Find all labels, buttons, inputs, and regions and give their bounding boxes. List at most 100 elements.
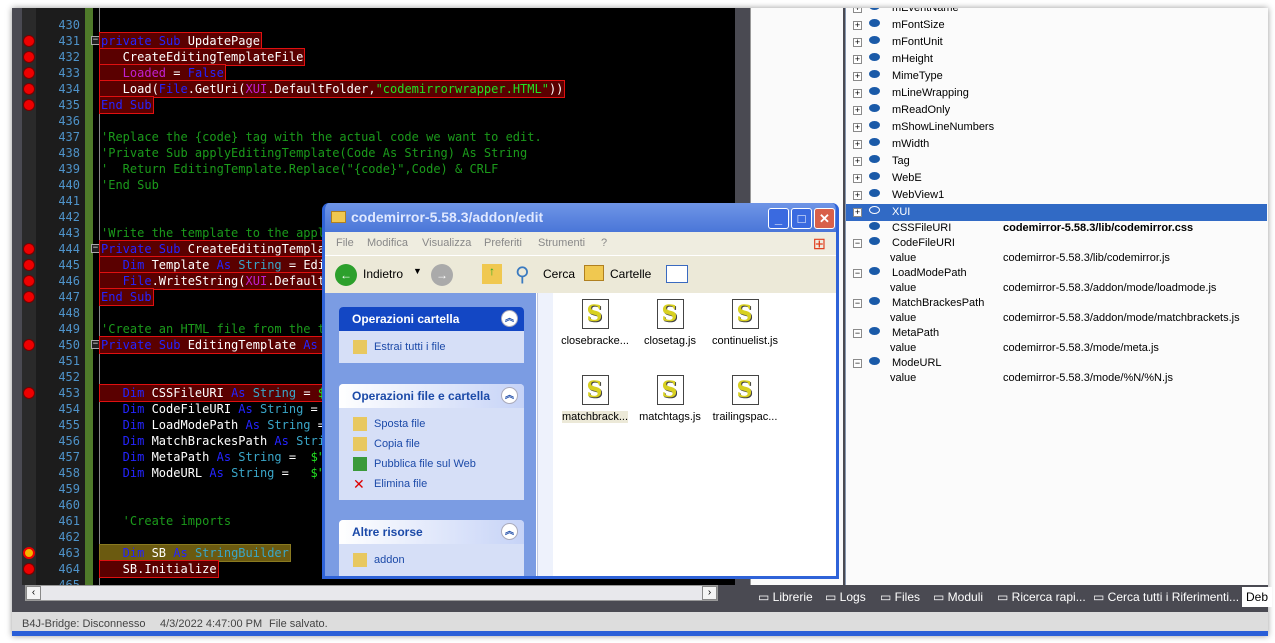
code-line[interactable]: 431 − private Sub UpdatePage [22, 32, 735, 50]
maximize-button[interactable]: □ [791, 208, 812, 229]
fold-toggle-icon[interactable]: − [91, 340, 100, 349]
expand-icon[interactable]: + [853, 38, 862, 47]
breakpoint-icon[interactable] [23, 35, 35, 47]
expand-icon[interactable]: + [853, 157, 862, 166]
forward-button[interactable]: → [431, 264, 453, 286]
task-link[interactable]: Pubblica file sul Web [339, 454, 524, 474]
menu-item[interactable]: Strumenti [538, 237, 585, 249]
breakpoint-icon[interactable] [23, 67, 35, 79]
code-line[interactable]: 436 [22, 113, 735, 129]
tree-item[interactable]: + mFontSize [846, 17, 1267, 34]
breakpoint-icon[interactable] [23, 387, 35, 399]
task-panel-header[interactable]: Operazioni file e cartella ︽ [339, 384, 524, 408]
code-line[interactable]: 437 'Replace the {code} tag with the actu… [22, 129, 735, 145]
collapse-icon[interactable]: − [853, 329, 862, 338]
tree-item[interactable]: + WebE [846, 170, 1267, 187]
expand-icon[interactable]: + [853, 55, 862, 64]
menu-item[interactable]: Visualizza [422, 237, 471, 249]
tree-item[interactable]: + MimeType [846, 68, 1267, 85]
breakpoint-icon[interactable] [23, 83, 35, 95]
tab-logs[interactable]: ▭ Logs [825, 589, 866, 605]
tree-value-row[interactable]: value codemirror-5.58.3/mode/%N/%N.js [846, 370, 1267, 387]
tree-item[interactable]: + mLineWrapping [846, 85, 1267, 102]
file-item[interactable]: closetag.js [630, 299, 710, 347]
collapse-icon[interactable]: − [853, 359, 862, 368]
minimize-button[interactable]: _ [768, 208, 789, 229]
expand-icon[interactable]: + [853, 106, 862, 115]
breakpoint-icon[interactable] [23, 243, 35, 255]
fold-toggle-icon[interactable]: − [91, 36, 100, 45]
expand-icon[interactable]: + [853, 208, 862, 217]
tab-files[interactable]: ▭ Files [880, 589, 920, 605]
explorer-title-bar[interactable]: codemirror-5.58.3/addon/edit _ □ ✕ [325, 203, 836, 232]
back-arrow-icon[interactable]: ← [335, 264, 357, 286]
expand-icon[interactable]: + [853, 8, 862, 13]
breakpoint-icon[interactable] [23, 51, 35, 63]
code-line[interactable]: 439 ' Return EditingTemplate.Replace("{co… [22, 161, 735, 177]
expand-icon[interactable]: + [853, 174, 862, 183]
expand-icon[interactable]: + [853, 191, 862, 200]
collapse-icon[interactable]: − [853, 299, 862, 308]
code-line[interactable]: 430 [22, 17, 735, 33]
collapse-icon[interactable]: − [853, 269, 862, 278]
views-icon[interactable] [666, 265, 688, 283]
tree-item[interactable]: + mWidth [846, 136, 1267, 153]
task-link[interactable]: ✕ Elimina file [339, 474, 524, 494]
tab-ricerca-rapi-[interactable]: ▭ Ricerca rapi... [997, 589, 1086, 605]
code-line[interactable]: 440 'End Sub [22, 177, 735, 193]
fold-toggle-icon[interactable]: − [91, 244, 100, 253]
task-link[interactable]: addon [339, 550, 524, 570]
menu-item[interactable]: Modifica [367, 237, 408, 249]
expand-icon[interactable]: + [853, 72, 862, 81]
collapse-panel-icon[interactable]: ︽ [501, 310, 518, 327]
tree-item[interactable]: + mReadOnly [846, 102, 1267, 119]
expand-icon[interactable]: + [853, 140, 862, 149]
back-dropdown-icon[interactable]: ▼ [413, 266, 422, 276]
scroll-left-button[interactable]: ‹ [26, 586, 41, 600]
collapse-panel-icon[interactable]: ︽ [501, 523, 518, 540]
menu-item[interactable]: ? [601, 237, 607, 249]
breakpoint-icon[interactable] [23, 275, 35, 287]
expand-icon[interactable]: + [853, 89, 862, 98]
tree-item[interactable]: + mShowLineNumbers [846, 119, 1267, 136]
task-link[interactable]: Estrai tutti i file [339, 337, 524, 357]
collapse-panel-icon[interactable]: ︽ [501, 387, 518, 404]
tree-item[interactable]: + mFontUnit [846, 34, 1267, 51]
search-button[interactable]: Cerca [543, 267, 575, 281]
task-panel-header[interactable]: Altre risorse ︽ [339, 520, 524, 544]
expand-icon[interactable]: + [853, 21, 862, 30]
collapse-icon[interactable]: − [853, 239, 862, 248]
tab-deb[interactable]: Deb [1242, 587, 1273, 607]
code-line[interactable]: 435 End Sub [22, 96, 735, 114]
breakpoint-icon[interactable] [23, 99, 35, 111]
breakpoint-icon[interactable] [23, 291, 35, 303]
task-link[interactable]: Copia file [339, 434, 524, 454]
file-item[interactable]: matchbrack... [555, 375, 635, 423]
tree-item[interactable]: + WebView1 [846, 187, 1267, 204]
file-item[interactable]: matchtags.js [630, 375, 710, 423]
debug-variables-tree[interactable]: + mEventName + mFontSize + mFontUnit + mHeight +… [845, 8, 1268, 585]
code-line[interactable]: 434 Load(File.GetUri(XUI.DefaultFolder,"… [22, 80, 735, 98]
code-line[interactable]: 438 'Private Sub applyEditingTemplate(Cod… [22, 145, 735, 161]
folders-icon[interactable] [584, 265, 604, 281]
breakpoint-icon[interactable] [23, 259, 35, 271]
tree-item[interactable]: + mEventName [846, 8, 1267, 17]
tab-cerca-tutti-i-riferimenti-[interactable]: ▭ Cerca tutti i Riferimenti... [1093, 589, 1239, 605]
tab-librerie[interactable]: ▭ Librerie [758, 589, 813, 605]
back-button[interactable]: Indietro [363, 267, 403, 281]
menu-item[interactable]: File [336, 237, 354, 249]
task-pane-scrollbar[interactable] [537, 293, 553, 576]
current-line-breakpoint-icon[interactable] [23, 547, 35, 559]
tree-item[interactable]: + XUI [846, 204, 1267, 221]
task-panel-header[interactable]: Operazioni cartella ︽ [339, 307, 524, 331]
editor-horizontal-scrollbar[interactable]: ‹ › [25, 585, 718, 601]
up-folder-icon[interactable]: ↑ [482, 264, 502, 284]
scroll-right-button[interactable]: › [702, 586, 717, 600]
file-item[interactable]: continuelist.js [705, 299, 785, 347]
breakpoint-icon[interactable] [23, 563, 35, 575]
search-icon[interactable]: ⚲ [515, 262, 530, 287]
file-item[interactable]: closebracke... [555, 299, 635, 347]
expand-icon[interactable]: + [853, 123, 862, 132]
code-line[interactable]: 433 Loaded = False [22, 64, 735, 82]
file-item[interactable]: trailingspac... [705, 375, 785, 423]
